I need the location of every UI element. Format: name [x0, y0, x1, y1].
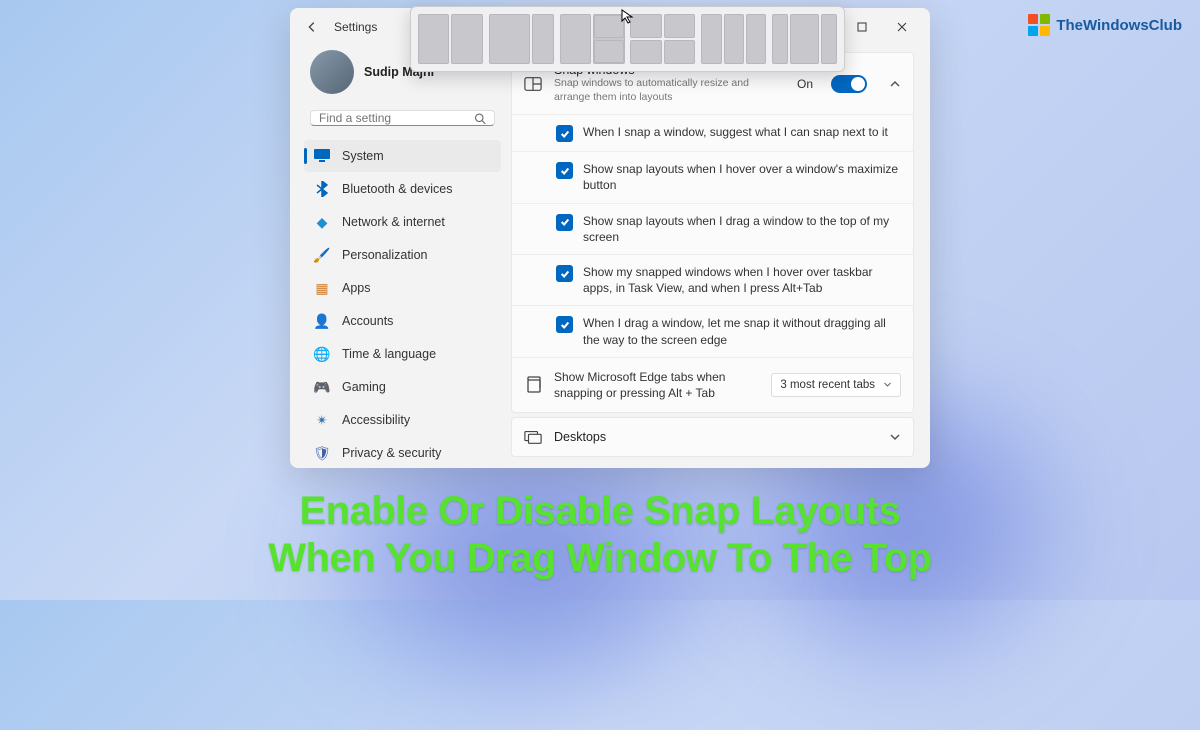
nav-item-accounts[interactable]: 👤 Accounts — [304, 305, 501, 337]
nav-label: Gaming — [342, 380, 386, 394]
snap-option-row: When I snap a window, suggest what I can… — [512, 114, 913, 151]
snap-option-row: Show my snapped windows when I hover ove… — [512, 254, 913, 305]
settings-window: Settings Sudip Majhi System Bluetooth & … — [290, 8, 930, 468]
snap-layout-option[interactable] — [772, 14, 837, 64]
apps-icon: ▦ — [314, 280, 330, 296]
snap-layout-option[interactable] — [489, 14, 554, 64]
sidebar: Sudip Majhi System Bluetooth & devices ◆… — [290, 46, 505, 468]
checkbox[interactable] — [556, 125, 573, 142]
option-text: When I drag a window, let me snap it wit… — [583, 315, 901, 347]
nav-label: Apps — [342, 281, 371, 295]
snap-option-row: When I drag a window, let me snap it wit… — [512, 305, 913, 356]
desktops-card[interactable]: Desktops — [511, 417, 914, 457]
system-icon — [314, 148, 330, 164]
maximize-button[interactable] — [842, 11, 882, 43]
nav-label: Time & language — [342, 347, 436, 361]
nav-item-accessibility[interactable]: ✴ Accessibility — [304, 404, 501, 436]
snap-option-row: Show snap layouts when I drag a window t… — [512, 203, 913, 254]
checkbox[interactable] — [556, 214, 573, 231]
snap-layout-option[interactable] — [418, 14, 483, 64]
nav-label: Personalization — [342, 248, 427, 262]
nav-item-gaming[interactable]: 🎮 Gaming — [304, 371, 501, 403]
nav-label: Network & internet — [342, 215, 445, 229]
maximize-icon — [857, 22, 867, 32]
watermark: TheWindowsClub — [1028, 14, 1182, 36]
nav-label: Accessibility — [342, 413, 410, 427]
tabs-icon — [524, 376, 542, 394]
accessibility-icon: ✴ — [314, 412, 330, 428]
caption-line-1: Enable Or Disable Snap Layouts — [300, 489, 901, 533]
dropdown-value: 3 most recent tabs — [780, 379, 875, 391]
caption-line-2: When You Drag Window To The Top — [268, 536, 931, 580]
chevron-up-icon — [889, 78, 901, 90]
close-icon — [897, 22, 907, 32]
snap-toggle[interactable] — [831, 75, 867, 93]
nav-label: Bluetooth & devices — [342, 182, 453, 196]
article-caption: Enable Or Disable Snap Layouts When You … — [0, 488, 1200, 582]
back-button[interactable] — [298, 13, 326, 41]
option-text: Show snap layouts when I drag a window t… — [583, 213, 901, 245]
nav-label: System — [342, 149, 384, 163]
privacy-icon: 🛡 — [314, 445, 330, 461]
snap-layout-option[interactable] — [701, 14, 766, 64]
close-button[interactable] — [882, 11, 922, 43]
nav-item-personalization[interactable]: 🖌️ Personalization — [304, 239, 501, 271]
checkbox[interactable] — [556, 162, 573, 179]
edge-tabs-label: Show Microsoft Edge tabs when snapping o… — [554, 369, 761, 401]
snap-option-row: Show snap layouts when I hover over a wi… — [512, 151, 913, 202]
checkbox[interactable] — [556, 265, 573, 282]
search-input[interactable] — [319, 111, 474, 125]
bluetooth-icon — [314, 181, 330, 197]
nav-item-apps[interactable]: ▦ Apps — [304, 272, 501, 304]
snap-subtitle: Snap windows to automatically resize and… — [554, 77, 785, 104]
edge-tabs-dropdown[interactable]: 3 most recent tabs — [771, 373, 901, 397]
search-icon — [474, 112, 486, 125]
content-area: Snap windows Snap windows to automatical… — [505, 46, 930, 468]
nav-list: System Bluetooth & devices ◆ Network & in… — [304, 140, 501, 468]
personalization-icon: 🖌️ — [314, 247, 330, 263]
edge-tabs-row: Show Microsoft Edge tabs when snapping o… — [512, 357, 913, 412]
watermark-text: TheWindowsClub — [1056, 17, 1182, 34]
desktops-icon — [524, 428, 542, 446]
nav-label: Privacy & security — [342, 446, 441, 460]
avatar — [310, 50, 354, 94]
nav-item-system[interactable]: System — [304, 140, 501, 172]
time-icon: 🌐 — [314, 346, 330, 362]
chevron-down-icon — [883, 380, 892, 389]
nav-item-network[interactable]: ◆ Network & internet — [304, 206, 501, 238]
nav-item-privacy[interactable]: 🛡 Privacy & security — [304, 437, 501, 468]
chevron-down-icon — [889, 431, 901, 443]
option-text: Show my snapped windows when I hover ove… — [583, 264, 901, 296]
snap-windows-card: Snap windows Snap windows to automatical… — [511, 52, 914, 413]
back-arrow-icon — [305, 20, 319, 34]
snap-layout-option[interactable] — [560, 14, 625, 64]
search-box[interactable] — [310, 110, 495, 126]
toggle-state-label: On — [797, 77, 813, 91]
app-title: Settings — [334, 20, 377, 34]
accounts-icon: 👤 — [314, 313, 330, 329]
gaming-icon: 🎮 — [314, 379, 330, 395]
nav-item-bluetooth[interactable]: Bluetooth & devices — [304, 173, 501, 205]
cursor-icon — [620, 8, 636, 29]
windows-logo-icon — [1028, 14, 1050, 36]
option-text: Show snap layouts when I hover over a wi… — [583, 161, 901, 193]
snap-windows-icon — [524, 75, 542, 93]
checkbox[interactable] — [556, 316, 573, 333]
nav-label: Accounts — [342, 314, 393, 328]
desktops-label: Desktops — [554, 430, 867, 444]
network-icon: ◆ — [314, 214, 330, 230]
snap-layout-option[interactable] — [630, 14, 695, 64]
option-text: When I snap a window, suggest what I can… — [583, 124, 888, 140]
nav-item-time[interactable]: 🌐 Time & language — [304, 338, 501, 370]
